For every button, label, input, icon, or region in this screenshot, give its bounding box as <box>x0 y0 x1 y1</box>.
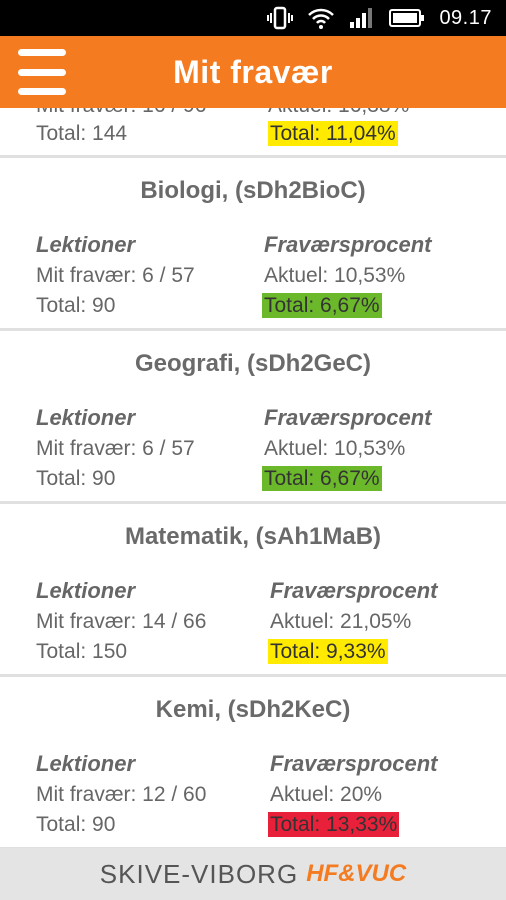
cell-signal-icon <box>349 6 375 30</box>
app-bar: Mit fravær <box>0 36 506 108</box>
total-percent-badge: Total: 9,33% <box>268 639 388 664</box>
percent-header: Fraværsprocent <box>270 751 438 776</box>
mit-fravaer-text: Mit fravær: 14 / 66 <box>36 610 207 633</box>
course-card: Biologi, (sDh2BioC) Lektioner Fraværspro… <box>0 158 506 331</box>
mit-fravaer-text: Mit fravær: 16 / 96 <box>36 108 206 118</box>
brand-name: SKIVE-VIBORG <box>99 858 299 889</box>
page-title: Mit fravær <box>173 53 333 90</box>
footer-brand: SKIVE-VIBORG HF&VUC <box>0 848 506 900</box>
vibrate-icon <box>267 6 294 30</box>
course-card: Matematik, (sAh1MaB) Lektioner Fraværspr… <box>0 504 506 677</box>
aktuel-text: Aktuel: 10,53% <box>264 264 406 287</box>
absence-list[interactable]: Mit fravær: 16 / 96 Aktuel: 16,38% Total… <box>0 108 506 848</box>
total-percent-badge: Total: 13,33% <box>268 812 400 837</box>
lessons-header: Lektioner <box>36 578 136 603</box>
total-percent-badge: Total: 6,67% <box>262 293 382 318</box>
percent-header: Fraværsprocent <box>264 405 432 430</box>
aktuel-text: Aktuel: 10,53% <box>264 437 406 460</box>
lessons-header: Lektioner <box>36 751 136 776</box>
course-title: Biologi, (sDh2BioC) <box>140 177 366 204</box>
status-bar: 09.17 <box>0 0 506 36</box>
mit-fravaer-text: Mit fravær: 6 / 57 <box>36 264 195 287</box>
lessons-header: Lektioner <box>36 405 136 430</box>
course-title: Geografi, (sDh2GeC) <box>134 350 372 377</box>
aktuel-text: Aktuel: 21,05% <box>270 610 412 633</box>
mit-fravaer-text: Mit fravær: 6 / 57 <box>36 437 195 460</box>
percent-header: Fraværsprocent <box>264 232 432 257</box>
lessons-header: Lektioner <box>36 232 136 257</box>
total-lessons-text: Total: 150 <box>36 640 128 663</box>
mit-fravaer-text: Mit fravær: 12 / 60 <box>36 783 207 806</box>
total-lessons-text: Total: 90 <box>36 813 116 836</box>
total-lessons-text: Total: 90 <box>36 294 116 317</box>
course-title: Kemi, (sDh2KeC) <box>155 696 351 723</box>
status-time: 09.17 <box>439 6 492 29</box>
course-title: Matematik, (sAh1MaB) <box>124 523 382 550</box>
brand-logo: HF&VUC <box>306 860 407 887</box>
wifi-icon <box>307 6 335 30</box>
percent-header: Fraværsprocent <box>270 578 438 603</box>
course-card: Mit fravær: 16 / 96 Aktuel: 16,38% Total… <box>0 108 506 158</box>
course-card: Kemi, (sDh2KeC) Lektioner Fraværsprocent… <box>0 677 506 848</box>
total-lessons-text: Total: 144 <box>36 122 128 145</box>
total-lessons-text: Total: 90 <box>36 467 116 490</box>
total-percent-badge: Total: 6,67% <box>262 466 382 491</box>
aktuel-text: Aktuel: 20% <box>270 783 383 806</box>
aktuel-text: Aktuel: 16,38% <box>268 108 409 118</box>
battery-icon <box>389 6 425 30</box>
course-card: Geografi, (sDh2GeC) Lektioner Fraværspro… <box>0 331 506 504</box>
hamburger-menu-icon[interactable] <box>18 49 66 95</box>
total-percent-badge: Total: 11,04% <box>268 121 398 146</box>
